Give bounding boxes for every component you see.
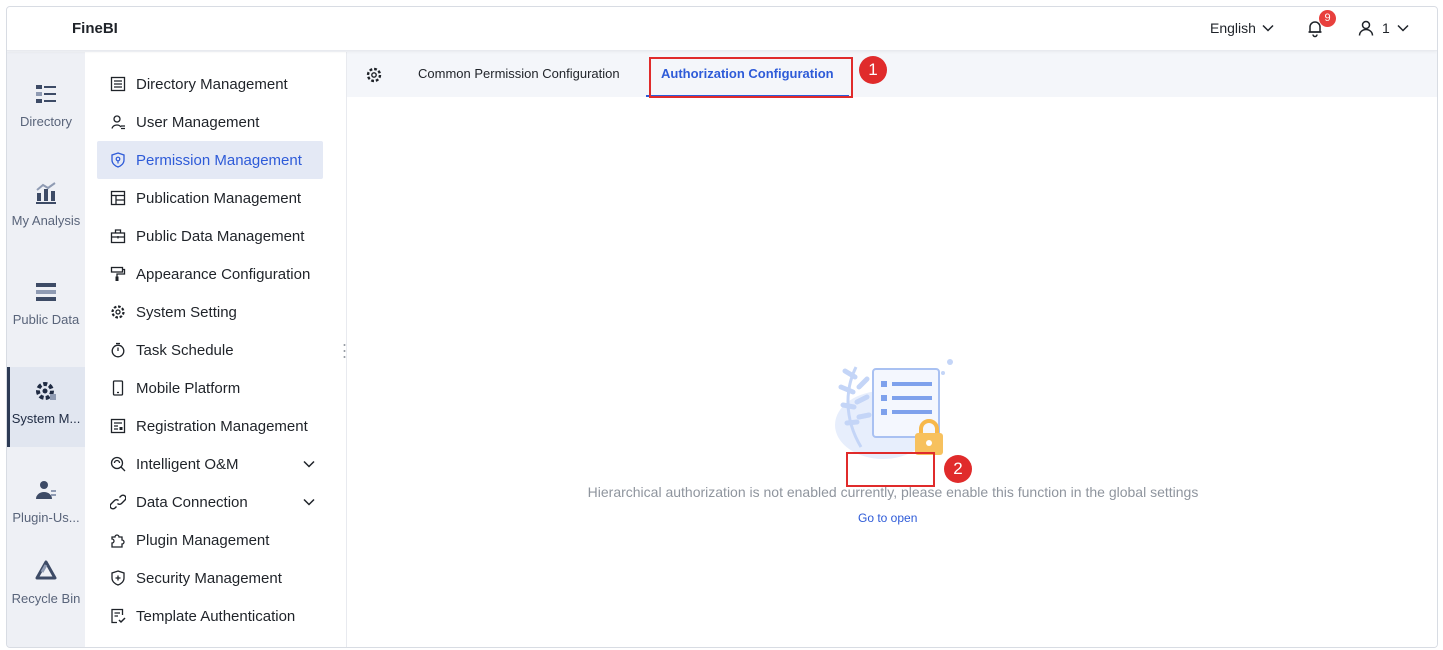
gear-icon[interactable] (365, 66, 383, 84)
tab-common-permission-configuration[interactable]: Common Permission Configuration (418, 52, 620, 97)
annotation-highlight-step-2 (846, 452, 935, 487)
menu-item-task-schedule[interactable]: Task Schedule (97, 331, 323, 369)
rail-label: System M... (11, 411, 81, 426)
list-icon (110, 76, 126, 92)
menu-item-label: Security Management (136, 569, 282, 587)
menu-item-label: Permission Management (136, 151, 302, 169)
authorization-panel: Hierarchical authorization is not enable… (347, 97, 1437, 647)
menu-item-label: Task Schedule (136, 341, 234, 359)
briefcase-icon (110, 229, 126, 244)
rail-item-system-management[interactable]: System M... (7, 367, 85, 447)
registration-icon (110, 418, 126, 434)
rail-label: Plugin-Us... (12, 510, 80, 525)
rail-label: Recycle Bin (11, 591, 81, 606)
primary-nav-rail: Directory My Analysis Public Data System… (7, 52, 85, 647)
go-to-open-link[interactable]: Go to open (858, 511, 917, 525)
rail-item-plugin-user[interactable]: Plugin-Us... (7, 466, 85, 546)
analysis-chart-icon (36, 182, 56, 204)
menu-item-label: User Management (136, 113, 260, 131)
rail-item-my-analysis[interactable]: My Analysis (7, 169, 85, 249)
language-selector[interactable]: English (1210, 20, 1274, 36)
menu-item-intelligent-om[interactable]: Intelligent O&M (97, 445, 323, 483)
menu-item-label: Directory Management (136, 75, 288, 93)
rail-item-directory[interactable]: Directory (7, 70, 85, 150)
annotation-highlight-step-1 (649, 57, 853, 98)
menu-item-directory-management[interactable]: Directory Management (97, 65, 323, 103)
timer-icon (111, 342, 125, 358)
language-label: English (1210, 20, 1256, 36)
system-gear-icon (36, 382, 56, 400)
gear-icon (111, 305, 125, 319)
menu-item-public-data-management[interactable]: Public Data Management (97, 217, 323, 255)
top-header: FineBI English 9 1 (7, 7, 1437, 51)
publication-icon (110, 190, 126, 206)
menu-item-registration-management[interactable]: Registration Management (97, 407, 323, 445)
brand-logo: FineBI (72, 20, 118, 37)
chevron-down-icon[interactable] (303, 496, 315, 508)
user-name: 1 (1382, 20, 1390, 36)
puzzle-icon (111, 534, 125, 548)
menu-item-label: Template Authentication (136, 607, 296, 625)
rail-label: Public Data (12, 312, 80, 327)
link-icon (110, 494, 126, 510)
plugin-user-icon (36, 481, 56, 499)
resize-handle[interactable] (343, 343, 346, 359)
template-auth-icon (111, 608, 126, 624)
menu-item-data-connection[interactable]: Data Connection (97, 483, 323, 521)
menu-item-label: Plugin Management (136, 531, 270, 549)
chevron-down-icon (1397, 24, 1409, 32)
menu-item-label: Intelligent O&M (136, 455, 239, 473)
shield-icon (111, 152, 125, 168)
recycle-bin-icon (35, 560, 57, 580)
menu-item-publication-management[interactable]: Publication Management (97, 179, 323, 217)
main-content: Common Permission Configuration Authoriz… (347, 52, 1437, 647)
menu-item-label: Mobile Platform (136, 379, 241, 397)
mobile-icon (112, 380, 124, 396)
menu-item-plugin-management[interactable]: Plugin Management (97, 521, 323, 559)
chevron-down-icon[interactable] (303, 458, 315, 470)
user-icon (1358, 20, 1374, 36)
menu-item-system-setting[interactable]: System Setting (97, 293, 323, 331)
locked-document-illustration (835, 359, 953, 459)
menu-item-label: Public Data Management (136, 227, 305, 245)
menu-item-label: System Setting (136, 303, 237, 321)
notification-badge: 9 (1319, 10, 1336, 27)
database-icon (36, 283, 56, 301)
rail-item-recycle-bin[interactable]: Recycle Bin (7, 547, 85, 627)
menu-item-permission-management[interactable]: Permission Management (97, 141, 323, 179)
menu-item-security-management[interactable]: Security Management (97, 559, 323, 597)
menu-item-appearance-configuration[interactable]: Appearance Configuration (97, 255, 323, 293)
om-icon (110, 456, 126, 472)
menu-item-user-management[interactable]: User Management (97, 103, 323, 141)
app-window: FineBI English 9 1 Directory My Analysis… (6, 6, 1438, 648)
annotation-number-step-2: 2 (944, 455, 972, 483)
paint-roller-icon (110, 266, 126, 281)
user-menu[interactable]: 1 (1357, 19, 1409, 37)
security-shield-icon (111, 570, 125, 586)
rail-label: My Analysis (11, 213, 81, 228)
directory-icon (36, 85, 56, 103)
menu-item-template-authentication[interactable]: Template Authentication (97, 597, 323, 635)
annotation-number-step-1: 1 (859, 56, 887, 84)
menu-item-mobile-platform[interactable]: Mobile Platform (97, 369, 323, 407)
tab-bar: Common Permission Configuration Authoriz… (347, 52, 1437, 97)
rail-label: Directory (19, 114, 72, 129)
rail-item-public-data[interactable]: Public Data (7, 268, 85, 348)
user-icon (111, 115, 125, 130)
system-management-menu: Directory Management User Management Per… (85, 52, 347, 647)
menu-item-label: Appearance Configuration (136, 265, 311, 283)
chevron-down-icon (1262, 24, 1274, 32)
menu-item-label: Registration Management (136, 417, 308, 435)
menu-item-label: Data Connection (136, 493, 248, 511)
menu-item-label: Publication Management (136, 189, 302, 207)
